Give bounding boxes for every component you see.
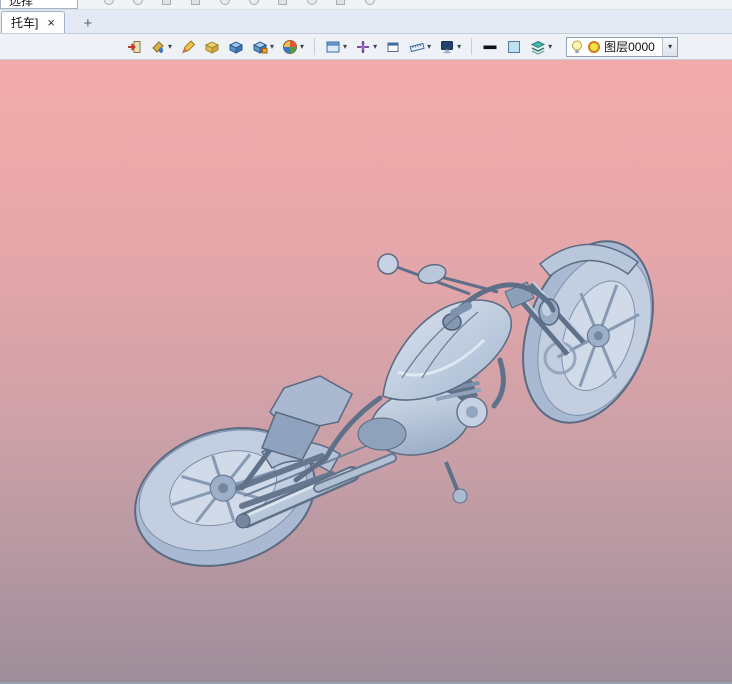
tab-label: 托车]	[11, 16, 39, 30]
cad-window: 选择 托车] × + ▾ ▾ ▾ ▾ ▾ ▾ ▾ ▾ 图层0000 ▾	[0, 0, 732, 684]
chevron-down-icon[interactable]: ▾	[548, 42, 552, 51]
chevron-down-icon[interactable]: ▾	[343, 42, 347, 51]
viewport-window-icon	[326, 41, 340, 52]
new-tab-button[interactable]: +	[77, 14, 99, 33]
foot-pedal	[444, 461, 468, 504]
material-paint-icon	[152, 40, 164, 53]
cube-view-button[interactable]	[226, 36, 246, 58]
redo-icon[interactable]	[249, 0, 259, 5]
exit-icon	[128, 40, 141, 53]
toolbar-separator	[471, 38, 473, 55]
chevron-down-icon[interactable]: ▾	[662, 37, 678, 56]
toolbar-separator	[314, 38, 316, 55]
layer-visibility-bulb-icon	[572, 40, 583, 53]
move-origin-icon	[357, 40, 370, 53]
view-toolbar: ▾ ▾ ▾ ▾ ▾ ▾ ▾ ▾ 图层0000 ▾	[0, 34, 732, 60]
document-tab-bar: 托车] × +	[0, 10, 732, 34]
small-window-icon	[387, 42, 399, 52]
info-icon[interactable]	[133, 0, 143, 5]
color-swatch-button[interactable]	[504, 36, 524, 58]
selection-filter-box[interactable]: 选择	[0, 0, 78, 9]
color-swatch-icon	[508, 40, 521, 53]
chevron-down-icon[interactable]: ▾	[270, 42, 274, 51]
chevron-down-icon[interactable]: ▾	[457, 42, 461, 51]
tool-icon[interactable]	[278, 0, 287, 5]
mirrors	[377, 253, 499, 296]
measure-ruler-button[interactable]: ▾	[407, 36, 433, 58]
line-width-icon	[483, 45, 497, 49]
tool-icon[interactable]	[365, 0, 375, 5]
cube-icon	[228, 40, 244, 54]
fuel-tank	[382, 299, 512, 401]
main-toolbar-clipped: 选择	[0, 0, 732, 10]
chevron-down-icon[interactable]: ▾	[300, 42, 304, 51]
selection-filter-label: 选择	[9, 0, 34, 8]
viewport-window-button[interactable]: ▾	[323, 36, 349, 58]
open-box-button[interactable]	[202, 36, 222, 58]
open-box-icon	[204, 40, 220, 54]
material-layers-button[interactable]: ▾	[528, 36, 554, 58]
cube-options-icon	[252, 40, 268, 54]
help-icon[interactable]	[104, 0, 114, 5]
pencil-icon	[182, 39, 196, 53]
motorcycle-3d-model	[134, 240, 654, 567]
sketch-pencil-button[interactable]	[178, 36, 198, 58]
cube-options-button[interactable]: ▾	[250, 36, 276, 58]
render-style-button[interactable]: ▾	[280, 36, 306, 58]
display-icon	[441, 40, 454, 53]
line-width-button[interactable]	[480, 36, 500, 58]
tool-icon[interactable]	[336, 0, 345, 5]
document-tab-motorcycle[interactable]: 托车] ×	[1, 11, 65, 33]
exit-button[interactable]	[124, 36, 144, 58]
close-tab-icon[interactable]: ×	[47, 16, 55, 29]
material-layers-icon	[530, 40, 546, 55]
3d-viewport[interactable]	[0, 60, 732, 682]
tool-icon[interactable]	[191, 0, 200, 5]
color-wheel-icon	[283, 39, 298, 54]
layer-combo[interactable]: 图层0000 ▾	[566, 36, 679, 57]
display-settings-button[interactable]: ▾	[437, 36, 463, 58]
layer-color-icon	[588, 40, 601, 53]
rotate-icon[interactable]	[307, 0, 317, 5]
small-window-button[interactable]	[383, 36, 403, 58]
tool-icon[interactable]	[162, 0, 171, 5]
ruler-icon	[409, 42, 425, 52]
undo-icon[interactable]	[220, 0, 230, 5]
chevron-down-icon[interactable]: ▾	[168, 42, 172, 51]
layer-name: 图层0000	[604, 40, 655, 54]
chevron-down-icon[interactable]: ▾	[427, 42, 431, 51]
material-paint-button[interactable]: ▾	[148, 36, 174, 58]
move-origin-button[interactable]: ▾	[353, 36, 379, 58]
chevron-down-icon[interactable]: ▾	[373, 42, 377, 51]
